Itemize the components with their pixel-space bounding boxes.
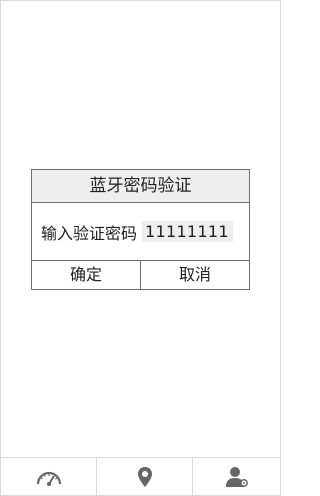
confirm-button[interactable]: 确定 — [32, 261, 141, 289]
speedometer-icon — [36, 468, 62, 486]
location-pin-icon — [137, 466, 153, 488]
nav-tab-dashboard[interactable] — [1, 458, 97, 495]
app-screen: 蓝牙密码验证 输入验证密码 确定 取消 — [0, 0, 281, 496]
dialog-actions: 确定 取消 — [32, 261, 249, 289]
dialog-body: 输入验证密码 — [32, 203, 249, 261]
cancel-button[interactable]: 取消 — [141, 261, 249, 289]
bottom-nav — [1, 457, 280, 495]
user-settings-icon — [225, 466, 249, 488]
password-input[interactable] — [142, 221, 234, 242]
nav-tab-location[interactable] — [97, 458, 193, 495]
nav-tab-user[interactable] — [193, 458, 280, 495]
password-label: 输入验证密码 — [41, 223, 138, 243]
bluetooth-password-dialog: 蓝牙密码验证 输入验证密码 确定 取消 — [31, 169, 250, 290]
dialog-title: 蓝牙密码验证 — [32, 170, 249, 203]
